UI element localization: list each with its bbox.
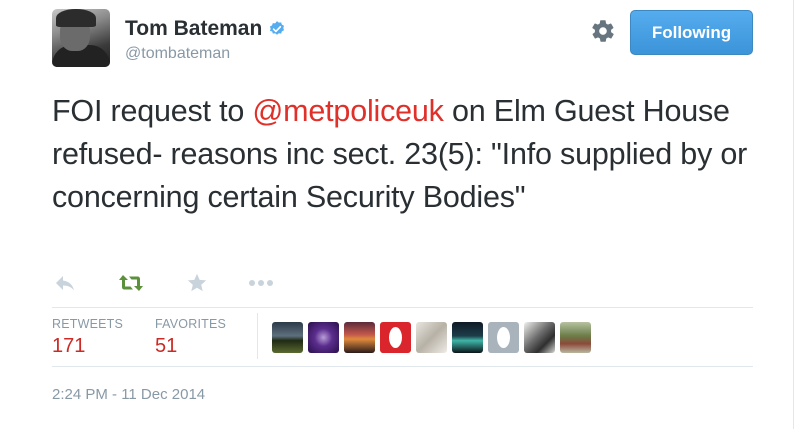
- favoriter-avatar-6[interactable]: [452, 322, 483, 353]
- author-avatar[interactable]: [52, 9, 110, 67]
- author-handle[interactable]: @tombateman: [125, 45, 230, 63]
- favoriter-avatar-1[interactable]: [272, 322, 303, 353]
- author-name-text[interactable]: Tom Bateman: [125, 17, 262, 41]
- favoriter-avatars: [272, 322, 591, 353]
- divider-top: [52, 307, 753, 308]
- reply-icon[interactable]: [52, 270, 78, 296]
- favorite-icon[interactable]: [184, 270, 210, 296]
- stats-separator: [257, 313, 258, 359]
- gear-icon[interactable]: [590, 18, 616, 44]
- following-button[interactable]: Following: [630, 10, 753, 55]
- author-name[interactable]: Tom Bateman: [125, 17, 286, 41]
- tweet-text-before: FOI request to: [52, 94, 253, 128]
- retweets-label[interactable]: RETWEETS: [52, 317, 123, 331]
- favoriter-avatar-5[interactable]: [416, 322, 447, 353]
- tweet-timestamp[interactable]: 2:24 PM - 11 Dec 2014: [52, 386, 205, 403]
- more-icon[interactable]: [248, 270, 274, 296]
- tweet-text: FOI request to @metpoliceuk on Elm Guest…: [52, 90, 752, 219]
- favoriter-avatar-7[interactable]: [488, 322, 519, 353]
- verified-badge-icon: [270, 21, 285, 35]
- favoriter-avatar-3[interactable]: [344, 322, 375, 353]
- divider-bottom: [52, 366, 753, 367]
- retweets-count[interactable]: 171: [52, 335, 85, 358]
- favorites-count[interactable]: 51: [155, 335, 177, 358]
- mention-link[interactable]: @metpoliceuk: [252, 94, 444, 128]
- retweet-icon[interactable]: [118, 270, 144, 296]
- favoriter-avatar-4[interactable]: [380, 322, 411, 353]
- tweet-card: Tom Bateman @tombateman Following FOI re…: [0, 0, 794, 429]
- favoriter-avatar-8[interactable]: [524, 322, 555, 353]
- favoriter-avatar-9[interactable]: [560, 322, 591, 353]
- favoriter-avatar-2[interactable]: [308, 322, 339, 353]
- favorites-label[interactable]: FAVORITES: [155, 317, 226, 331]
